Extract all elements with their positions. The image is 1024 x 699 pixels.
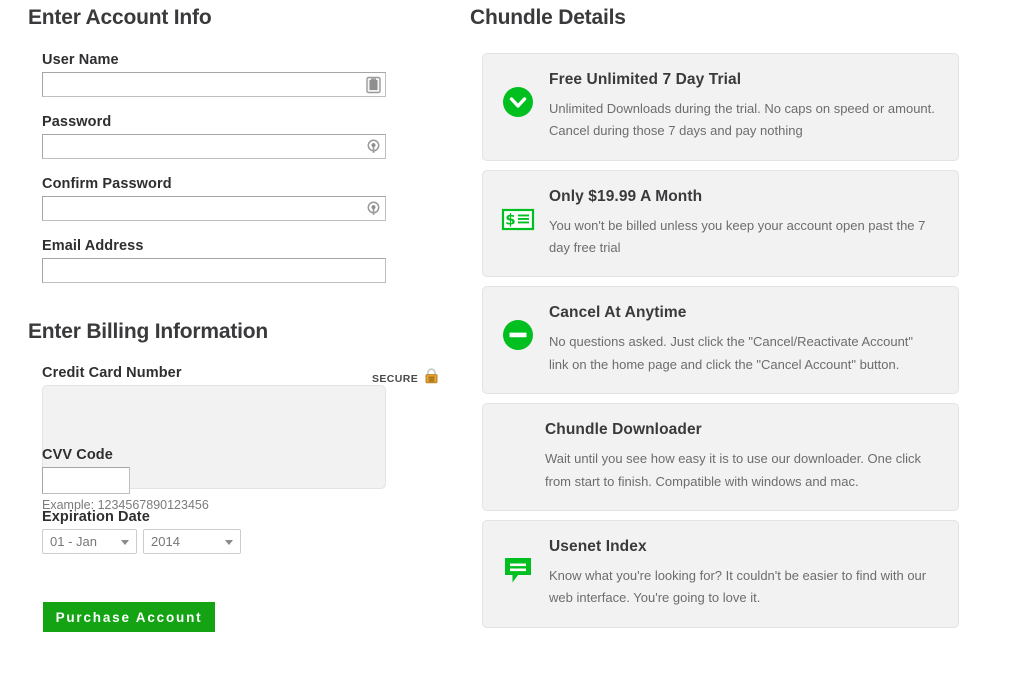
username-label: User Name	[42, 52, 386, 68]
detail-card: Free Unlimited 7 Day Trial Unlimited Dow…	[482, 53, 959, 161]
key-icon	[366, 200, 381, 217]
contact-card-icon	[366, 76, 381, 93]
password-input[interactable]	[42, 134, 386, 159]
signup-page: Enter Account Info User Name Password	[0, 0, 1024, 699]
email-label: Email Address	[42, 238, 386, 254]
detail-card-title: Chundle Downloader	[545, 421, 936, 439]
detail-card: $ Only $19.99 A Month You won't be bille…	[482, 170, 959, 278]
chevron-down-circle-icon	[501, 85, 535, 119]
field-username: User Name	[42, 52, 386, 97]
speech-bubble-icon	[501, 552, 535, 586]
chevron-down-icon	[121, 540, 129, 545]
field-expiration: Expiration Date 01 - Jan 2014	[42, 509, 241, 554]
field-email: Email Address	[42, 238, 386, 283]
detail-card-desc: Know what you're looking for? It couldn'…	[549, 565, 936, 610]
detail-card: Chundle Downloader Wait until you see ho…	[482, 403, 959, 511]
chevron-down-icon	[225, 540, 233, 545]
credit-card-label: Credit Card Number	[42, 365, 386, 381]
expiration-year-value: 2014	[151, 534, 180, 549]
expiration-month-select[interactable]: 01 - Jan	[42, 529, 137, 554]
field-confirm-password: Confirm Password	[42, 176, 386, 221]
confirm-password-input-wrap	[42, 196, 386, 221]
username-input-wrap	[42, 72, 386, 97]
details-card-list: Free Unlimited 7 Day Trial Unlimited Dow…	[482, 53, 959, 637]
detail-card-desc: Unlimited Downloads during the trial. No…	[549, 98, 936, 143]
expiration-selects: 01 - Jan 2014	[42, 529, 241, 554]
detail-card-title: Free Unlimited 7 Day Trial	[549, 71, 936, 89]
detail-card-desc: No questions asked. Just click the "Canc…	[549, 331, 936, 376]
details-column: Chundle Details Free Unlimited 7 Day Tri…	[460, 0, 1024, 699]
key-icon	[366, 138, 381, 155]
email-input[interactable]	[42, 258, 386, 283]
money-check-icon: $	[501, 202, 535, 236]
detail-card-desc: Wait until you see how easy it is to use…	[545, 448, 936, 493]
cvv-input[interactable]	[42, 467, 130, 494]
expiration-month-value: 01 - Jan	[50, 534, 97, 549]
minus-circle-icon	[501, 318, 535, 352]
detail-card-desc: You won't be billed unless you keep your…	[549, 215, 936, 260]
cvv-label: CVV Code	[42, 447, 130, 463]
field-password: Password	[42, 114, 386, 159]
detail-card-title: Only $19.99 A Month	[549, 188, 936, 206]
field-cvv: CVV Code	[42, 447, 130, 494]
password-label: Password	[42, 114, 386, 130]
detail-card: Usenet Index Know what you're looking fo…	[482, 520, 959, 628]
username-input[interactable]	[42, 72, 386, 97]
details-section-heading: Chundle Details	[470, 6, 626, 30]
account-section-heading: Enter Account Info	[28, 6, 211, 30]
expiration-year-select[interactable]: 2014	[143, 529, 241, 554]
billing-section-heading: Enter Billing Information	[28, 320, 268, 344]
purchase-account-button[interactable]: Purchase Account	[43, 602, 215, 632]
email-input-wrap	[42, 258, 386, 283]
detail-card: Cancel At Anytime No questions asked. Ju…	[482, 286, 959, 394]
detail-card-title: Cancel At Anytime	[549, 304, 936, 322]
password-input-wrap	[42, 134, 386, 159]
confirm-password-label: Confirm Password	[42, 176, 386, 192]
svg-text:$: $	[505, 210, 515, 228]
padlock-icon	[424, 368, 439, 389]
expiration-label: Expiration Date	[42, 509, 241, 525]
detail-card-title: Usenet Index	[549, 538, 936, 556]
confirm-password-input[interactable]	[42, 196, 386, 221]
signup-form-column: Enter Account Info User Name Password	[0, 0, 460, 699]
